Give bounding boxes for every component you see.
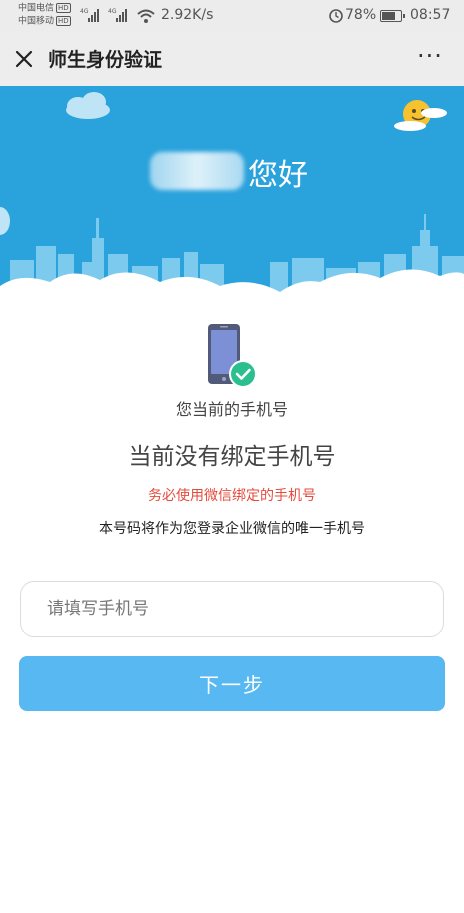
- info-text: 本号码将作为您登录企业微信的唯一手机号: [99, 521, 365, 537]
- signal-icon-2: 4G: [108, 8, 127, 22]
- battery-percent: 78%: [345, 7, 377, 23]
- current-phone-label: 您当前的手机号: [175, 400, 288, 419]
- wifi-icon: [137, 9, 155, 23]
- warning-text: 务必使用微信绑定的手机号: [148, 488, 316, 504]
- carrier-2-label: 中国移动: [18, 16, 55, 27]
- ground-clouds: [0, 269, 464, 316]
- banner-illustration: [0, 92, 464, 316]
- close-icon[interactable]: [10, 45, 38, 73]
- carrier-1-label: 中国电信: [18, 3, 55, 14]
- greeting-text: 您好: [248, 158, 308, 193]
- net-type-label: 4G: [80, 8, 89, 15]
- redacted-name: [150, 152, 244, 190]
- signal-icon: 4G: [80, 8, 99, 22]
- hd-badge-2: HD: [56, 16, 71, 26]
- nav-bar: 师生身份验证 ···: [0, 32, 464, 86]
- status-bar: 中国电信 HD 中国移动 HD 4G 4G 2.92K/s 78% 08:57: [0, 0, 464, 32]
- welcome-banner: 您好: [0, 86, 464, 316]
- carrier-1: 中国电信 HD: [18, 3, 71, 14]
- phone-verified-icon: [208, 324, 257, 388]
- alarm-icon: [329, 9, 343, 23]
- next-button[interactable]: 下一步: [19, 656, 445, 711]
- cloud-icon: [66, 92, 110, 119]
- battery-icon: [380, 10, 405, 22]
- net-type-label-2: 4G: [108, 8, 117, 15]
- clock: 08:57: [410, 7, 451, 23]
- net-speed: 2.92K/s: [161, 7, 214, 23]
- page-title: 师生身份验证: [48, 49, 163, 71]
- hd-badge: HD: [56, 3, 71, 13]
- more-menu-button[interactable]: ···: [414, 44, 446, 72]
- sun-icon: [394, 100, 447, 131]
- no-phone-text: 当前没有绑定手机号: [128, 444, 336, 470]
- phone-input[interactable]: [20, 581, 444, 637]
- carrier-2: 中国移动 HD: [18, 16, 71, 27]
